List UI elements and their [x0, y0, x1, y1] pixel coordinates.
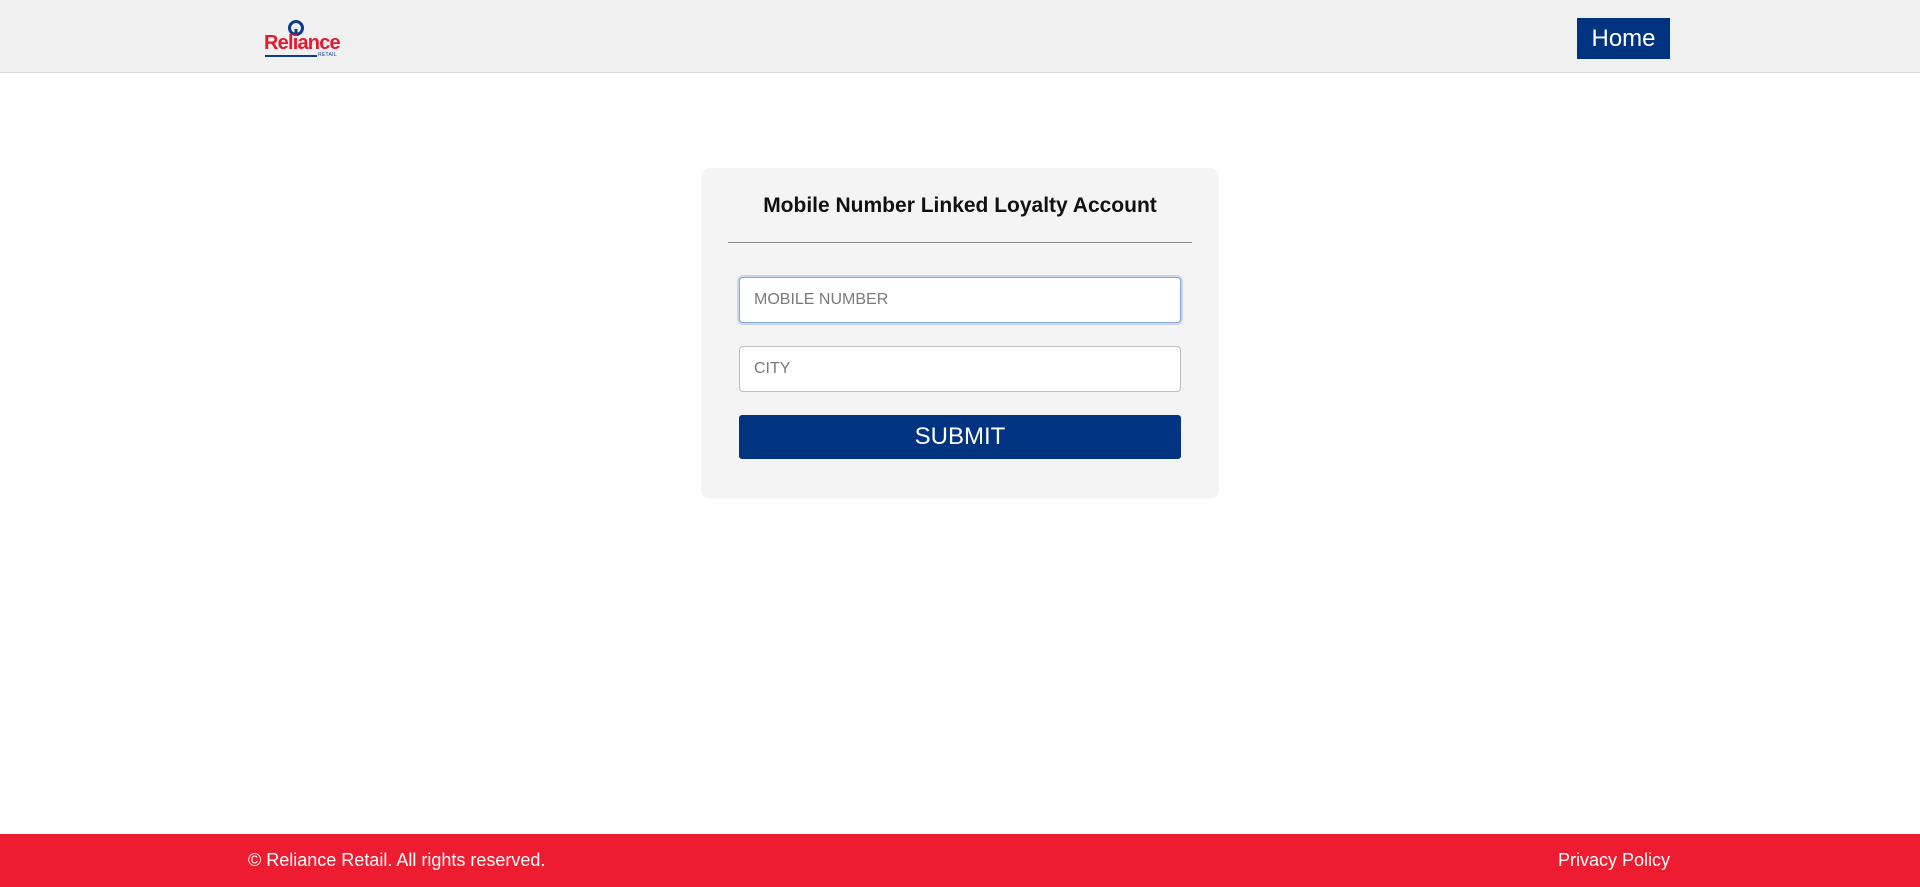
site-footer: © Reliance Retail. All rights reserved. … [0, 834, 1920, 887]
title-divider [728, 242, 1192, 243]
reliance-retail-logo[interactable]: Reliance RETAIL [262, 18, 341, 60]
city-input[interactable] [739, 346, 1181, 392]
submit-button[interactable]: SUBMIT [739, 415, 1181, 459]
form-title: Mobile Number Linked Loyalty Account [763, 194, 1157, 217]
logo-underline [265, 55, 317, 57]
mobile-number-input[interactable] [739, 277, 1181, 323]
copyright-text: © Reliance Retail. All rights reserved. [248, 850, 546, 870]
logo-subtext: RETAIL [318, 52, 337, 58]
privacy-policy-link[interactable]: Privacy Policy [1558, 834, 1670, 887]
site-header: Reliance RETAIL Home [0, 0, 1920, 73]
loyalty-form-card: Mobile Number Linked Loyalty Account SUB… [701, 168, 1219, 498]
logo-wordmark: Reliance [264, 32, 341, 54]
home-button[interactable]: Home [1577, 18, 1670, 59]
